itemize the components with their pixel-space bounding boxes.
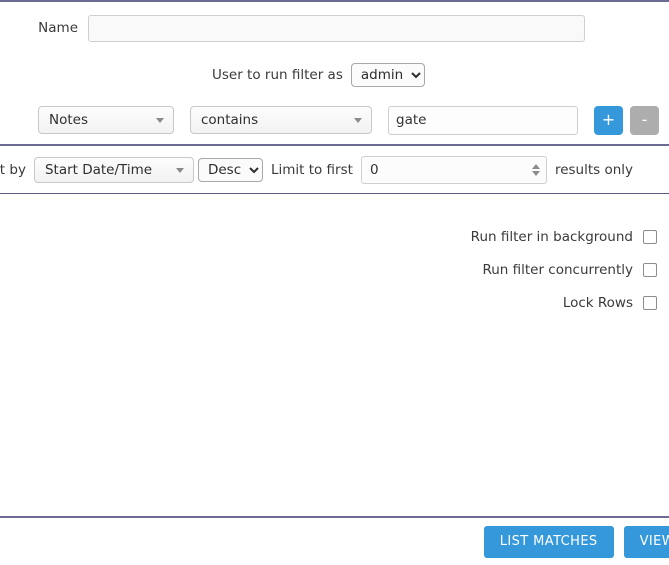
option-row-background: Run filter in background [0,220,669,253]
chevron-down-icon [354,118,362,123]
limit-label: Limit to first [270,161,353,178]
sort-direction-select[interactable]: Desc [197,157,263,182]
view-button[interactable]: VIEW [623,525,669,558]
criteria-operator-value: contains [201,112,259,128]
run-as-user-select[interactable]: admin [350,63,425,87]
sort-by-label: ort by [0,161,26,178]
run-concurrently-checkbox[interactable] [643,262,657,277]
remove-criteria-button[interactable]: - [630,105,659,135]
criteria-field-value: Notes [49,112,88,128]
limit-input[interactable] [360,155,547,184]
footer-actions: LIST MATCHES VIEW [0,518,669,565]
user-label: User to run filter as [212,67,343,83]
run-in-background-checkbox[interactable] [643,229,657,244]
criteria-row: Notes contains + - [0,96,669,144]
limit-input-wrapper [360,155,547,184]
spinner-down-icon[interactable] [531,170,540,176]
results-only-label: results only [554,161,634,178]
spinner-up-icon[interactable] [531,163,540,169]
run-concurrently-label: Run filter concurrently [482,261,633,278]
criteria-field-dropdown[interactable]: Notes [38,106,174,134]
lock-rows-checkbox[interactable] [643,295,657,310]
number-spinner[interactable] [531,163,540,176]
option-row-lock-rows: Lock Rows [0,286,669,319]
name-input[interactable] [88,14,585,42]
lock-rows-label: Lock Rows [562,294,633,311]
chevron-down-icon [175,167,184,173]
run-in-background-label: Run filter in background [470,228,633,245]
list-matches-button[interactable]: LIST MATCHES [483,525,614,558]
filter-editor-page: Name User to run filter as admin Notes c… [0,0,669,565]
chevron-down-icon [156,118,164,123]
name-row: Name [0,2,669,54]
sort-field-dropdown[interactable]: Start Date/Time [33,156,194,183]
sort-field-value: Start Date/Time [44,161,153,178]
option-row-concurrent: Run filter concurrently [0,253,669,286]
user-row: User to run filter as admin [0,54,669,96]
criteria-operator-dropdown[interactable]: contains [190,106,372,134]
name-label: Name [38,20,78,36]
criteria-section: Name User to run filter as admin Notes c… [0,2,669,144]
sort-bar: ort by Start Date/Time Desc Limit to fir… [0,146,669,193]
add-criteria-button[interactable]: + [594,105,623,135]
criteria-term-input[interactable] [388,105,578,135]
options-section: Run filter in background Run filter conc… [0,194,669,516]
